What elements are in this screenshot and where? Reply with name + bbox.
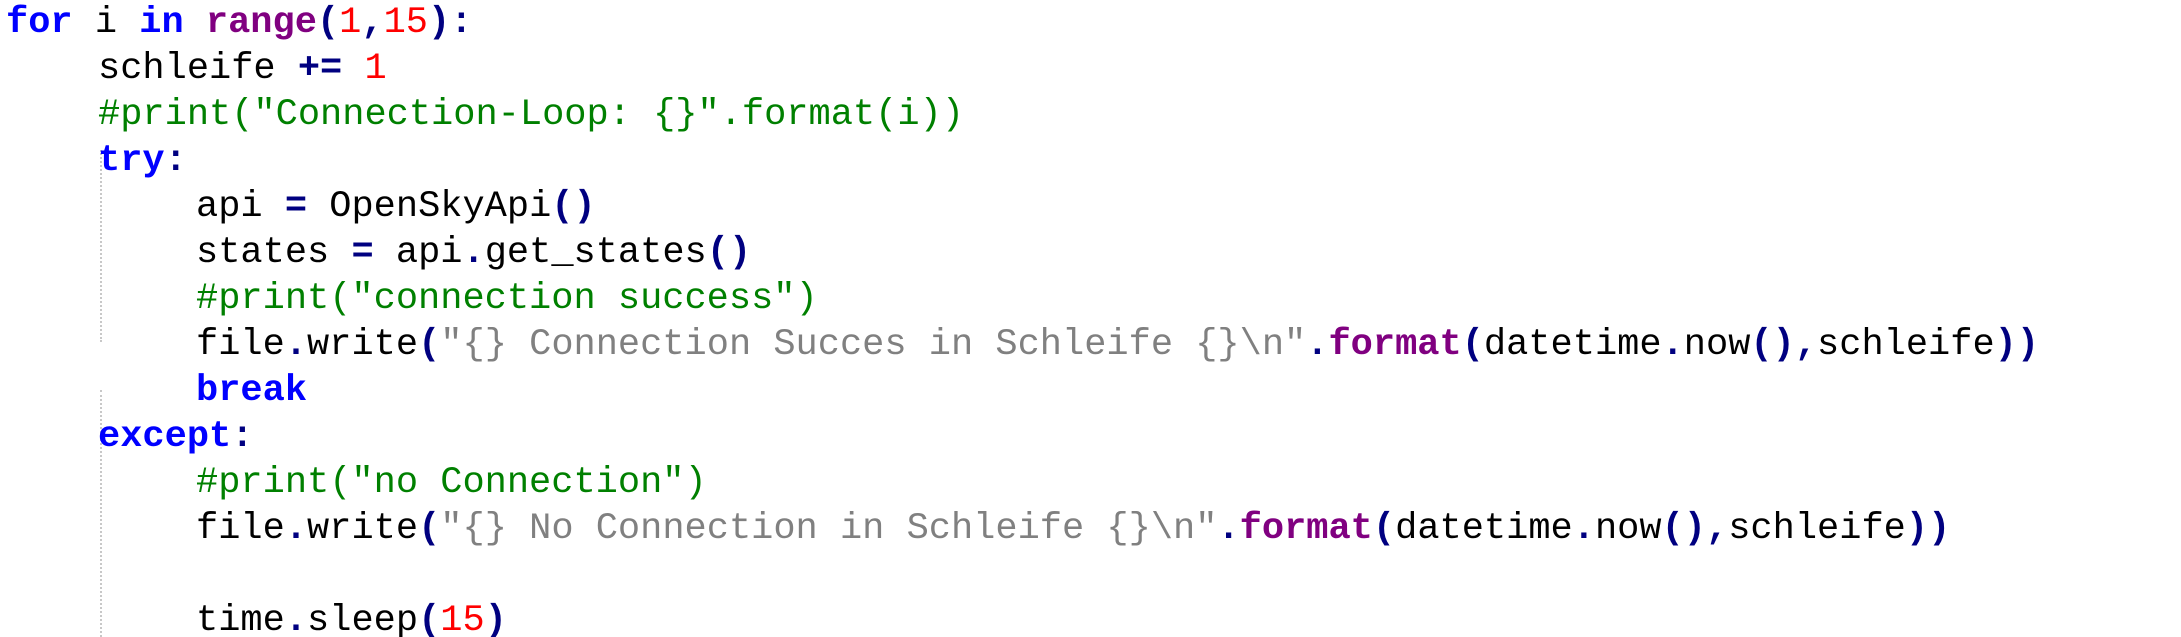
operator-token: (), — [1661, 508, 1729, 550]
operator-token: = — [351, 232, 374, 274]
number-token: 15 — [383, 2, 428, 44]
operator-token: ( — [1372, 508, 1396, 550]
keyword-token: except — [98, 416, 232, 458]
operator-token: ): — [428, 2, 473, 44]
code-line-11[interactable]: #print("no Connection") — [0, 460, 707, 506]
text-token: api — [373, 232, 463, 274]
operator-token: () — [551, 186, 596, 228]
text-token: states — [196, 232, 352, 274]
operator-token: ) — [484, 600, 507, 637]
text-token: schleife — [1817, 324, 1995, 366]
code-line-14[interactable]: time.sleep(15) — [0, 598, 507, 637]
text-token: sleep — [307, 600, 419, 637]
number-token: 15 — [440, 600, 485, 637]
code-line-2[interactable]: schleife += 1 — [0, 46, 387, 92]
keyword-token: break — [196, 370, 308, 412]
text-token: api — [196, 186, 285, 228]
keyword-token: in — [139, 2, 184, 44]
operator-token: () — [706, 232, 752, 274]
builtin-token: range — [205, 2, 317, 44]
operator-token: ( — [418, 508, 441, 550]
operator-token: = — [284, 186, 308, 228]
operator-token: , — [361, 2, 384, 44]
code-line-6[interactable]: states = api.get_states() — [0, 230, 751, 276]
code-line-10[interactable]: except: — [0, 414, 253, 460]
keyword-token: try — [98, 140, 165, 182]
text-token: datetime — [1483, 324, 1662, 366]
code-editor[interactable]: for i in range(1,15): schleife += 1 #pri… — [0, 0, 2181, 637]
operator-token: : — [164, 140, 187, 182]
code-line-8[interactable]: file.write("{} Connection Succes in Schl… — [0, 322, 2039, 368]
operator-token: . — [1306, 324, 1329, 366]
operator-token: . — [284, 508, 308, 550]
number-token: 1 — [339, 2, 362, 44]
code-line-12[interactable]: file.write("{} No Connection in Schleife… — [0, 506, 1950, 552]
code-line-13[interactable] — [0, 552, 196, 598]
string-token: "{} No Connection in Schleife {}\n" — [440, 508, 1218, 550]
operator-token: . — [284, 600, 308, 637]
text-token: now — [1594, 508, 1662, 550]
text-token: write — [307, 508, 419, 550]
operator-token: ( — [418, 600, 441, 637]
operator-token: . — [284, 324, 308, 366]
number-token: 1 — [364, 48, 387, 90]
builtin-token: format — [1239, 508, 1373, 550]
comment-token: #print("Connection-Loop: {}".format(i)) — [98, 94, 964, 136]
comment-token: #print("no Connection") — [196, 462, 707, 504]
operator-token: . — [1572, 508, 1595, 550]
comment-token: #print("connection success") — [196, 278, 818, 320]
text-token: file — [196, 508, 285, 550]
code-line-3[interactable]: #print("Connection-Loop: {}".format(i)) — [0, 92, 964, 138]
code-line-4[interactable]: try: — [0, 138, 187, 184]
code-line-5[interactable]: api = OpenSkyApi() — [0, 184, 596, 230]
text-token: get_states — [484, 232, 707, 274]
text-token: now — [1683, 324, 1751, 366]
string-token: "{} Connection Succes in Schleife {}\n" — [440, 324, 1307, 366]
code-line-9[interactable]: break — [0, 368, 307, 414]
operator-token: . — [1661, 324, 1684, 366]
text-token: write — [307, 324, 419, 366]
text-token: OpenSkyApi — [307, 186, 552, 228]
operator-token: )) — [1905, 508, 1951, 550]
text-token: file — [196, 324, 285, 366]
text-token: datetime — [1395, 508, 1573, 550]
code-line-1[interactable]: for i in range(1,15): — [0, 0, 472, 46]
builtin-token: format — [1328, 324, 1462, 366]
text-token: schleife — [98, 48, 298, 90]
operator-token: )) — [1994, 324, 2040, 366]
operator-token: : — [231, 416, 254, 458]
code-line-7[interactable]: #print("connection success") — [0, 276, 818, 322]
operator-token: ( — [1461, 324, 1484, 366]
keyword-token: for — [6, 2, 73, 44]
operator-token: ( — [316, 2, 340, 44]
text-token: time — [196, 600, 285, 637]
text-token: schleife — [1728, 508, 1906, 550]
text-token: i — [72, 2, 140, 44]
operator-token: += — [297, 48, 343, 90]
operator-token: ( — [418, 324, 441, 366]
operator-token: . — [462, 232, 485, 274]
operator-token: (), — [1750, 324, 1818, 366]
operator-token: . — [1217, 508, 1240, 550]
